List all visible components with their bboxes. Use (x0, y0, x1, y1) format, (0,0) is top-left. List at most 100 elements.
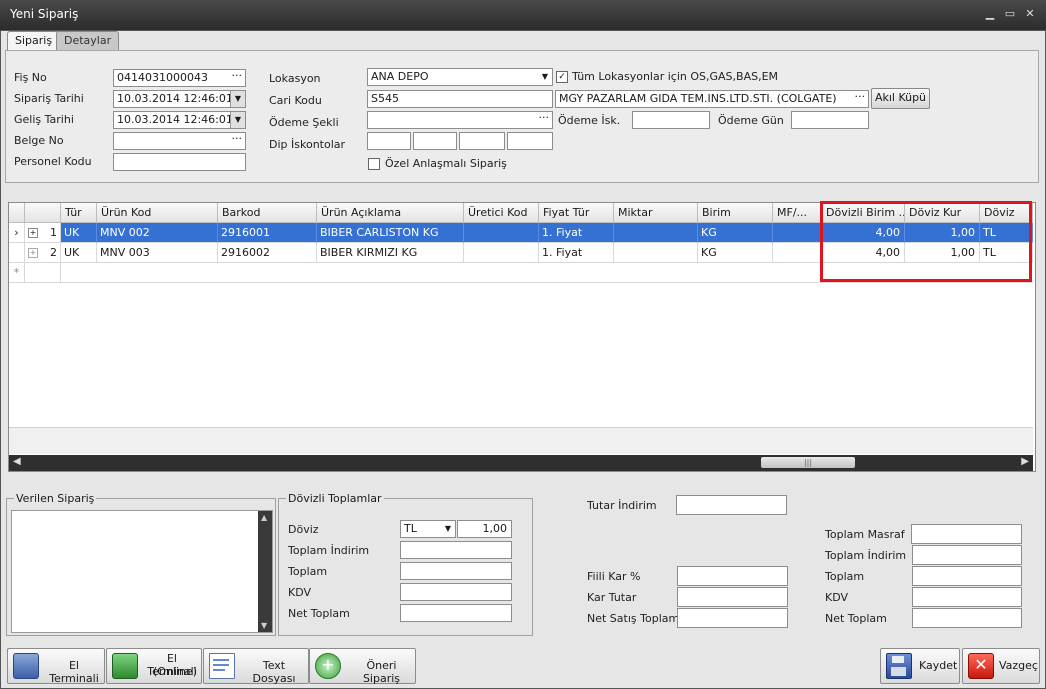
text-dosyasi-button[interactable]: Text Dosyası (203, 648, 309, 685)
cell-barkod[interactable]: 2916001 (218, 223, 317, 243)
el-terminali-button[interactable]: El Terminali (7, 648, 105, 685)
scroll-up-icon[interactable]: ▲ (261, 513, 267, 522)
toplam-label: Toplam (288, 565, 328, 578)
col-barkod[interactable]: Barkod (218, 203, 317, 223)
new-row-icon[interactable]: * (9, 263, 25, 283)
cell-uretici-kod[interactable] (464, 223, 539, 243)
col-fiyat-tur[interactable]: Fiyat Tür (539, 203, 614, 223)
dovizli-kdv-field[interactable] (400, 583, 512, 601)
ellipsis-icon[interactable]: ··· (232, 70, 243, 84)
cell-mf[interactable] (773, 243, 821, 263)
cell-miktar[interactable] (614, 223, 698, 243)
dip-iskonto-2-field[interactable] (413, 132, 457, 150)
toplam-masraf-field[interactable] (911, 524, 1022, 544)
maximize-icon[interactable]: ▭ (1003, 7, 1017, 21)
cell-urun-kod[interactable]: MNV 003 (97, 243, 218, 263)
cell-birim[interactable]: KG (698, 243, 773, 263)
col-tur[interactable]: Tür (61, 203, 97, 223)
oneri-siparis-button[interactable]: + Öneri Sipariş (309, 648, 416, 685)
scrollbar-thumb[interactable]: ||| (761, 457, 855, 468)
cari-adi-field[interactable]: MGY PAZARLAM GIDA TEM.INS.LTD.STI. (COLG… (555, 90, 869, 108)
cell-urun-kod[interactable]: MNV 002 (97, 223, 218, 243)
dovizli-toplam-field[interactable] (400, 562, 512, 580)
ellipsis-icon[interactable]: ··· (539, 112, 550, 126)
belge-no-field[interactable]: ··· (113, 132, 246, 150)
vertical-scrollbar[interactable]: ▲ ▼ (258, 511, 272, 632)
chevron-down-icon[interactable]: ▼ (441, 521, 455, 537)
cell-tur[interactable]: UK (61, 223, 97, 243)
doviz-select[interactable]: TL ▼ (400, 520, 456, 538)
col-mf[interactable]: MF/... (773, 203, 821, 223)
minimize-icon[interactable]: ▁ (983, 7, 997, 21)
tum-lokasyonlar-checkbox[interactable]: ✓ (556, 71, 568, 83)
cari-kodu-field[interactable]: S545 (367, 90, 553, 108)
scroll-left-icon[interactable]: ◀ (13, 456, 21, 467)
lokasyon-select[interactable]: ANA DEPO ▼ (367, 68, 553, 86)
tab-siparis[interactable]: Sipariş (7, 31, 61, 50)
col-urun-kod[interactable]: Ürün Kod (97, 203, 218, 223)
cell-fiyat-tur[interactable]: 1. Fiyat (539, 223, 614, 243)
chevron-down-icon[interactable]: ▼ (230, 91, 245, 107)
fiili-kar-field[interactable] (677, 566, 788, 586)
siparis-tarihi-field[interactable]: 10.03.2014 12:46:01 ▼ (113, 90, 246, 108)
col-urun-aciklama[interactable]: Ürün Açıklama (317, 203, 464, 223)
table-row[interactable]: + 1 (25, 223, 61, 243)
chevron-down-icon[interactable]: ▼ (230, 112, 245, 128)
vazgec-label: Vazgeç (999, 659, 1038, 672)
horizontal-scrollbar[interactable]: ◀ ||| ▶ (9, 455, 1033, 471)
fiili-kar-label: Fiili Kar % (587, 570, 641, 583)
expand-icon[interactable]: + (28, 248, 38, 258)
odeme-gun-field[interactable] (791, 111, 869, 129)
scroll-down-icon[interactable]: ▼ (261, 621, 267, 630)
dovizli-toplam-indirim-field[interactable] (400, 541, 512, 559)
odeme-isk-field[interactable] (632, 111, 710, 129)
cell-miktar[interactable] (614, 243, 698, 263)
cell-mf[interactable] (773, 223, 821, 243)
dip-iskonto-3-field[interactable] (459, 132, 505, 150)
tutar-indirim-field[interactable] (676, 495, 787, 515)
gelis-tarihi-label: Geliş Tarihi (14, 113, 74, 126)
kdv-field[interactable] (912, 587, 1022, 607)
doviz-kur-field[interactable]: 1,00 (457, 520, 512, 538)
net-toplam-field[interactable] (912, 608, 1022, 628)
close-icon[interactable]: ✕ (1023, 7, 1037, 21)
gelis-tarihi-field[interactable]: 10.03.2014 12:46:01 ▼ (113, 111, 246, 129)
expand-icon[interactable]: + (28, 228, 38, 238)
kaydet-button[interactable]: Kaydet (880, 648, 960, 684)
col-birim[interactable]: Birim (698, 203, 773, 223)
cell-barkod[interactable]: 2916002 (218, 243, 317, 263)
net-satis-toplam-field[interactable] (677, 608, 788, 628)
text-file-icon (209, 653, 235, 679)
ozel-anlasmali-checkbox[interactable] (368, 158, 380, 170)
akil-kupu-button[interactable]: Akıl Küpü (871, 88, 930, 109)
ellipsis-icon[interactable]: ··· (855, 91, 866, 105)
cell-uretici-kod[interactable] (464, 243, 539, 263)
vazgec-button[interactable]: ✕ Vazgeç (962, 648, 1040, 684)
cell-urun-aciklama[interactable]: BIBER KIRMIZI KG (317, 243, 464, 263)
ellipsis-icon[interactable]: ··· (232, 133, 243, 147)
fis-no-field[interactable]: 0414031000043 ··· (113, 69, 246, 87)
el-terminali-online-button[interactable]: El Terminali (Online) (106, 648, 202, 684)
dovizli-net-toplam-field[interactable] (400, 604, 512, 622)
kar-tutar-field[interactable] (677, 587, 788, 607)
cell-tur[interactable]: UK (61, 243, 97, 263)
toplam-indirim-field[interactable] (912, 545, 1022, 565)
col-uretici-kod[interactable]: Üretici Kod (464, 203, 539, 223)
personel-kodu-field[interactable] (113, 153, 246, 171)
chevron-down-icon[interactable]: ▼ (538, 69, 552, 85)
verilen-siparis-list[interactable]: ▲ ▼ (11, 510, 273, 633)
cell-urun-aciklama[interactable]: BIBER CARLISTON KG (317, 223, 464, 243)
cell-birim[interactable]: KG (698, 223, 773, 243)
dip-iskonto-1-field[interactable] (367, 132, 411, 150)
dip-iskonto-4-field[interactable] (507, 132, 553, 150)
col-miktar[interactable]: Miktar (614, 203, 698, 223)
odeme-sekli-field[interactable]: ··· (367, 111, 553, 129)
cell-fiyat-tur[interactable]: 1. Fiyat (539, 243, 614, 263)
toplam-field[interactable] (912, 566, 1022, 586)
new-row-cell[interactable] (25, 263, 61, 283)
scroll-right-icon[interactable]: ▶ (1021, 456, 1029, 467)
lokasyon-label: Lokasyon (269, 72, 321, 85)
table-row[interactable]: + 2 (25, 243, 61, 263)
tab-detaylar[interactable]: Detaylar (56, 31, 120, 50)
kar-tutar-label: Kar Tutar (587, 591, 637, 604)
